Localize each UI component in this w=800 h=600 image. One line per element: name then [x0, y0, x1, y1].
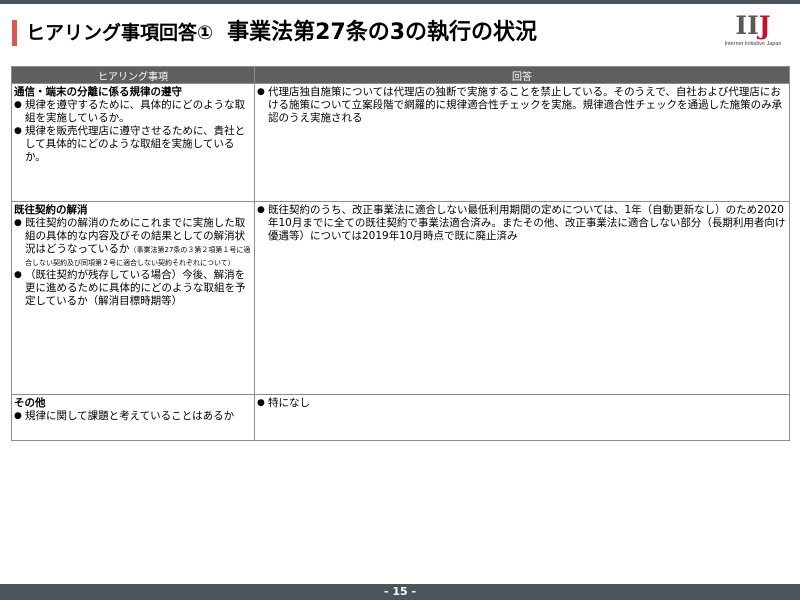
- list-item: ● 規律を遵守するために、具体的にどのような取組を実施しているか。: [14, 99, 246, 124]
- question-list: ● 規律に関して課題と考えていることはあるか: [14, 410, 252, 423]
- answer-cell: ● 代理店独自施策については代理店の独断で実施することを禁止している。そのうえで、…: [254, 83, 790, 202]
- table-row: 既往契約の解消 ● 既往契約の解消のためにこれまでに実施した取組の具体的な内容及び…: [11, 201, 790, 395]
- bullet-dot-icon: ●: [257, 87, 265, 97]
- question-heading: 既往契約の解消: [14, 204, 88, 216]
- page-number: - 15 -: [383, 585, 417, 598]
- question-cell: 既往契約の解消 ● 既往契約の解消のためにこれまでに実施した取組の具体的な内容及び…: [11, 201, 255, 395]
- header-question: ヒアリング事項: [11, 66, 255, 84]
- list-item: ● （既往契約が残存している場合）今後、解消を更に進めるために具体的にどのような取…: [14, 269, 246, 307]
- page-title-main: 事業法第27条の3の執行の状況: [227, 20, 538, 45]
- list-item: ● 既往契約のうち、改正事業法に適合しない最低利用期間の定めについては、1年（自動…: [257, 204, 786, 242]
- list-item: ● 特になし: [257, 397, 310, 409]
- answer-list: ● 既往契約のうち、改正事業法に適合しない最低利用期間の定めについては、1年（自動…: [257, 204, 787, 243]
- answer-cell: ● 特になし: [254, 394, 790, 441]
- question-cell: その他 ● 規律に関して課題と考えていることはあるか: [11, 394, 255, 441]
- bullet-dot-icon: ●: [14, 218, 22, 228]
- logo-mark: IIJ: [735, 11, 771, 40]
- list-item: ● 既往契約の解消のためにこれまでに実施した取組の具体的な内容及びその結果としての…: [14, 217, 251, 267]
- bullet-dot-icon: ●: [14, 270, 22, 280]
- table-row: その他 ● 規律に関して課題と考えていることはあるか ● 特になし: [11, 394, 790, 441]
- question-heading: その他: [14, 397, 46, 409]
- logo-subtitle: Internet Initiative Japan: [724, 41, 782, 47]
- bullet-dot-icon: ●: [257, 205, 265, 215]
- list-item: ● 代理店独自施策については代理店の独断で実施することを禁止している。そのうえで、…: [257, 86, 783, 124]
- page-title: ヒアリング事項回答① 事業法第27条の3の執行の状況: [26, 17, 537, 49]
- iij-logo: IIJ Internet Initiative Japan: [718, 12, 788, 52]
- header-answer: 回答: [254, 66, 790, 84]
- question-cell: 通信・端末の分離に係る規律の遵守 ● 規律を遵守するために、具体的にどのような取組…: [11, 83, 255, 202]
- top-rule: [0, 0, 800, 4]
- answer-cell: ● 既往契約のうち、改正事業法に適合しない最低利用期間の定めについては、1年（自動…: [254, 201, 790, 395]
- table-header-row: ヒアリング事項 回答: [11, 66, 790, 84]
- bullet-dot-icon: ●: [257, 398, 265, 408]
- question-list: ● 規律を遵守するために、具体的にどのような取組を実施しているか。 ● 規律を販売代…: [14, 99, 252, 164]
- bullet-dot-icon: ●: [14, 126, 22, 136]
- question-heading: 通信・端末の分離に係る規律の遵守: [14, 86, 182, 98]
- table-row: 通信・端末の分離に係る規律の遵守 ● 規律を遵守するために、具体的にどのような取組…: [11, 83, 790, 202]
- list-item: ● 規律を販売代理店に遵守させるために、貴社として具体的にどのような取組を実施して…: [14, 125, 246, 163]
- answer-list: ● 特になし: [257, 397, 787, 410]
- footer-bar: - 15 -: [0, 584, 800, 600]
- answer-list: ● 代理店独自施策については代理店の独断で実施することを禁止している。そのうえで、…: [257, 86, 787, 125]
- list-item: ● 規律に関して課題と考えていることはあるか: [14, 410, 235, 422]
- page-title-prefix: ヒアリング事項回答①: [26, 22, 214, 44]
- hearing-table: ヒアリング事項 回答 通信・端末の分離に係る規律の遵守 ● 規律を遵守するために、…: [11, 66, 790, 441]
- bullet-dot-icon: ●: [14, 411, 22, 421]
- question-list: ● 既往契約の解消のためにこれまでに実施した取組の具体的な内容及びその結果としての…: [14, 217, 252, 308]
- title-accent-bar: [12, 20, 17, 46]
- bullet-dot-icon: ●: [14, 100, 22, 110]
